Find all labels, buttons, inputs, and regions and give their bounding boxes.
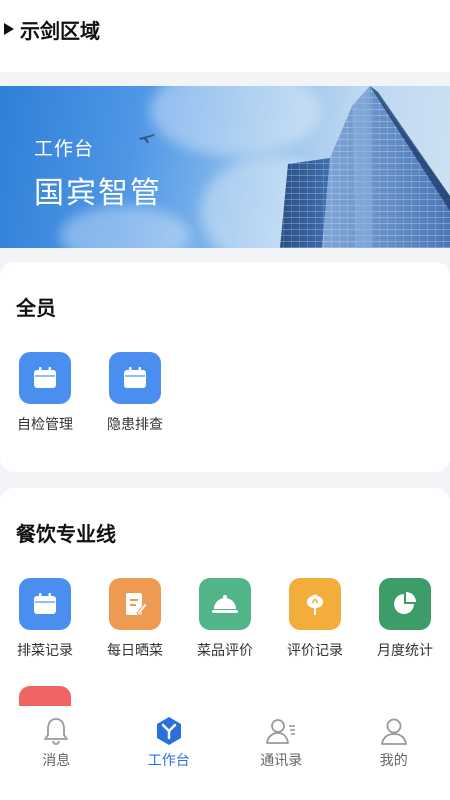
nav-messages[interactable]: 消息 bbox=[0, 706, 113, 800]
grid-item-monthly-stats[interactable]: 月度统计 bbox=[365, 578, 445, 660]
food-cloche-icon bbox=[199, 578, 251, 630]
airplane-icon bbox=[139, 134, 155, 143]
section-title: 餐饮专业线 bbox=[16, 522, 116, 546]
grid-item-label: 自检管理 bbox=[17, 417, 73, 433]
top-bar: 示剑区域 bbox=[0, 0, 450, 72]
grid-item-label: 月度统计 bbox=[377, 643, 433, 659]
nav-contacts[interactable]: 通讯录 bbox=[225, 706, 338, 800]
grid-item-label: 评价记录 bbox=[287, 643, 343, 659]
banner-title: 国宾智管 bbox=[34, 176, 162, 211]
grid-item-label: 隐患排查 bbox=[107, 417, 163, 433]
section-title: 全员 bbox=[16, 296, 56, 320]
user-icon bbox=[380, 718, 407, 745]
grid-item-self-check[interactable]: 自检管理 bbox=[5, 352, 85, 434]
flower-icon bbox=[289, 578, 341, 630]
section-all-staff: 全员 自检管理 隐患排查 bbox=[0, 262, 450, 472]
bottom-nav: 消息 工作台 通讯录 我的 bbox=[0, 706, 450, 800]
grid-item-menu-record[interactable]: 排菜记录 bbox=[5, 578, 85, 660]
grid-item-review-record[interactable]: 评价记录 bbox=[275, 578, 355, 660]
contacts-icon bbox=[266, 719, 296, 744]
nav-label: 工作台 bbox=[147, 753, 190, 769]
grid-item-daily-dishes[interactable]: 每日晒菜 bbox=[95, 578, 175, 660]
grid-item-label: 每日晒菜 bbox=[107, 643, 163, 659]
grid-item-label: 排菜记录 bbox=[17, 643, 73, 659]
nav-label: 通讯录 bbox=[260, 753, 303, 769]
nav-workbench[interactable]: 工作台 bbox=[113, 706, 226, 800]
grid-item-dish-review[interactable]: 菜品评价 bbox=[185, 578, 265, 660]
calendar-icon bbox=[19, 352, 71, 404]
nav-profile[interactable]: 我的 bbox=[338, 706, 450, 800]
grid-item-label: 菜品评价 bbox=[197, 643, 253, 659]
document-edit-icon bbox=[109, 578, 161, 630]
grid-item-hazard-check[interactable]: 隐患排查 bbox=[95, 352, 175, 434]
calendar-icon bbox=[109, 352, 161, 404]
pie-chart-icon bbox=[379, 578, 431, 630]
banner-subtitle: 工作台 bbox=[34, 138, 95, 160]
calendar-icon bbox=[19, 578, 71, 630]
building-graphic bbox=[280, 86, 450, 248]
nav-label: 我的 bbox=[379, 753, 408, 769]
expand-triangle-icon[interactable] bbox=[4, 23, 14, 35]
workbench-icon bbox=[156, 717, 181, 745]
nav-label: 消息 bbox=[42, 753, 71, 769]
bell-icon bbox=[44, 718, 69, 745]
banner: 工作台 国宾智管 bbox=[0, 86, 450, 248]
region-title[interactable]: 示剑区域 bbox=[20, 15, 100, 44]
